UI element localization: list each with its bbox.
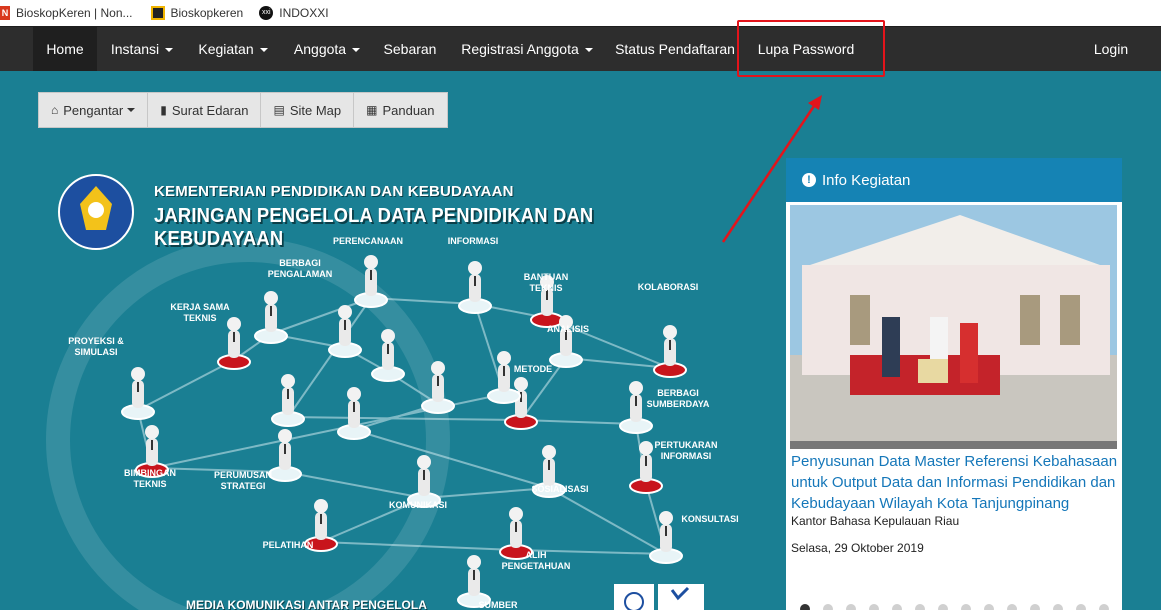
banner-network-title: JARINGAN PENGELOLA DATA PENDIDIKAN DAN K… <box>154 205 594 250</box>
info-kegiatan-panel: ! Info Kegiatan Penyusunan Data Master R… <box>786 158 1122 610</box>
exclamation-circle-icon: ! <box>802 173 816 187</box>
carousel-dot[interactable] <box>823 604 833 610</box>
news-date: Selasa, 29 Oktober 2019 <box>791 541 924 555</box>
network-edge <box>520 419 637 425</box>
network-person-node <box>217 317 251 370</box>
carousel-dot[interactable] <box>984 604 994 610</box>
network-edge <box>137 359 235 411</box>
network-person-node <box>328 305 362 358</box>
network-node-label: INFORMASI <box>447 236 499 246</box>
network-banner: KEMENTERIAN PENDIDIKAN DAN KEBUDAYAAN JA… <box>38 150 739 610</box>
network-node-label: PERTUKARAN INFORMASI <box>654 440 718 461</box>
network-node-label: METODE <box>513 364 553 374</box>
news-source: Kantor Bahasa Kepulauan Riau <box>791 514 960 528</box>
surat-edaran-button[interactable]: ▮ Surat Edaran <box>147 92 262 128</box>
network-node-label: ALIH PENGETAHUAN <box>501 550 571 571</box>
network-edge <box>287 416 522 421</box>
network-node-label: KOLABORASI <box>637 282 699 292</box>
site-map-button[interactable]: ▤ Site Map <box>260 92 355 128</box>
home-icon: ⌂ <box>51 103 59 117</box>
button-group: ⌂ Pengantar ▮ Surat Edaran ▤ Site Map ▦ … <box>38 92 448 128</box>
kemdikbud-logo-icon <box>58 174 134 250</box>
network-node-label: ANALISIS <box>546 324 589 334</box>
network-node-label: BERBAGI SUMBERDAYA <box>646 388 710 409</box>
network-node-label: PERUMUSAN STRATEGI <box>213 470 272 491</box>
pengantar-button[interactable]: ⌂ Pengantar <box>38 92 149 128</box>
network-node-label: KERJA SAMA TEKNIS <box>170 302 230 323</box>
info-header-label: Info Kegiatan <box>822 171 911 189</box>
network-person-node <box>653 325 687 378</box>
network-person-node <box>121 367 155 420</box>
file-icon: ▦ <box>366 103 378 117</box>
carousel-dot[interactable] <box>846 604 856 610</box>
news-photo[interactable] <box>790 205 1117 449</box>
network-edge <box>353 429 550 489</box>
network-node-label: BIMBINGAN TEKNIS <box>124 468 176 489</box>
network-edge <box>548 487 667 555</box>
list-icon: ▤ <box>273 103 285 117</box>
caret-down-icon <box>127 108 136 112</box>
carousel-dot[interactable] <box>1030 604 1040 610</box>
network-person-node <box>254 291 288 344</box>
network-node-label: SUMBER <box>478 600 518 610</box>
network-node-label: KONSULTASI <box>681 514 739 524</box>
network-node-label: PROYEKSI & SIMULASI <box>68 336 124 357</box>
banner-footer-text: MEDIA KOMUNIKASI ANTAR PENGELOLA <box>186 598 427 610</box>
carousel-dot[interactable] <box>1099 604 1109 610</box>
panduan-button[interactable]: ▦ Panduan <box>353 92 448 128</box>
pengantar-label: Pengantar <box>63 102 124 118</box>
carousel-dot[interactable] <box>938 604 948 610</box>
network-edge <box>284 471 425 499</box>
carousel-dot[interactable] <box>915 604 925 610</box>
network-node-label: PERENCANAAN <box>332 236 403 246</box>
network-node-label: SOSIALISASI <box>531 484 589 494</box>
carousel-dot[interactable] <box>869 604 879 610</box>
network-node-label: BERBAGI PENGALAMAN <box>267 258 333 279</box>
carousel-dot[interactable] <box>1076 604 1086 610</box>
info-panel-header: ! Info Kegiatan <box>786 158 1122 202</box>
network-node-label: BANTUAN TEKNIS <box>523 272 569 293</box>
carousel-dot[interactable] <box>800 604 810 610</box>
network-person-node <box>458 261 492 314</box>
sitemap-label: Site Map <box>289 102 342 118</box>
carousel-dot[interactable] <box>961 604 971 610</box>
surat-label: Surat Edaran <box>171 102 249 118</box>
carousel-dot[interactable] <box>892 604 902 610</box>
network-person-node <box>337 387 371 440</box>
carousel-indicators <box>800 604 1122 610</box>
network-node-label: PELATIHAN <box>262 540 314 550</box>
news-title-link[interactable]: Penyusunan Data Master Referensi Kebahas… <box>791 451 1121 514</box>
book-icon: ▮ <box>160 103 167 117</box>
carousel-dot[interactable] <box>1007 604 1017 610</box>
network-node-label: KOMUNIKASI <box>389 500 447 510</box>
banner-ministry-title: KEMENTERIAN PENDIDIKAN DAN KEBUDAYAAN <box>154 183 514 200</box>
carousel-dot[interactable] <box>1053 604 1063 610</box>
panduan-label: Panduan <box>382 102 435 118</box>
